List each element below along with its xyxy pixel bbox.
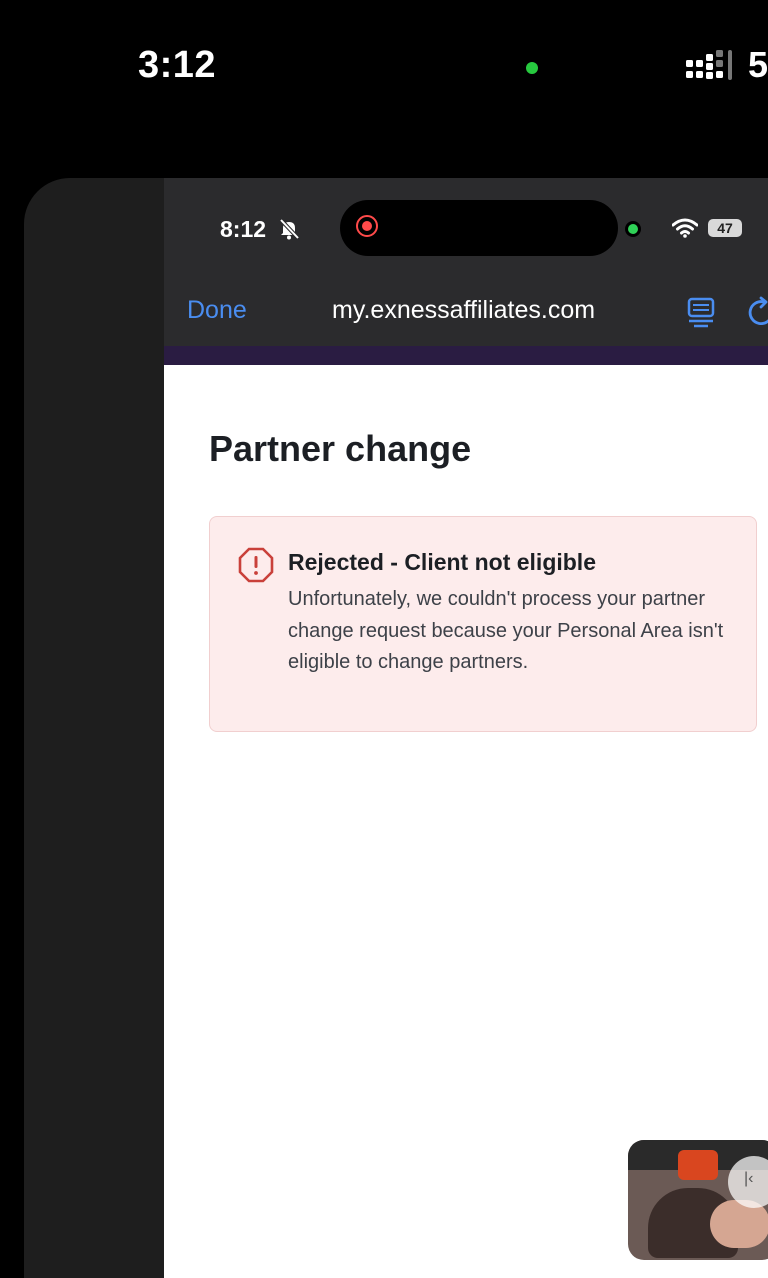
inner-status-bar: 8:12 47 [164, 178, 768, 282]
done-button[interactable]: Done [187, 296, 247, 325]
privacy-indicator-dot [628, 224, 638, 234]
browser-toolbar: Done my.exnessaffiliates.com [164, 282, 768, 346]
page-title: Partner change [209, 428, 472, 469]
outer-status-time: 3:12 [138, 44, 217, 86]
video-pip-thumbnail[interactable] [628, 1140, 768, 1260]
dynamic-island [340, 200, 618, 256]
rejection-alert: Rejected - Client not eligible Unfortuna… [209, 516, 757, 732]
screen-recording-frame: 8:12 47 Done my.exnessaffiliates.com Par… [164, 178, 768, 1278]
signal-bars-icon [686, 50, 738, 87]
privacy-indicator-dot [526, 62, 538, 74]
inner-status-time: 8:12 [220, 216, 267, 242]
alert-message: Unfortunately, we couldn't process your … [288, 588, 724, 673]
battery-icon: 47 [708, 219, 742, 237]
wifi-icon [671, 218, 699, 243]
warning-octagon-icon [238, 547, 274, 588]
bell-slash-icon [278, 218, 300, 245]
screen-record-icon [356, 215, 378, 237]
url-field[interactable]: my.exnessaffiliates.com [332, 296, 595, 325]
alert-title: Rejected - Client not eligible [288, 549, 596, 575]
site-header-strip [164, 346, 768, 365]
reload-icon[interactable] [746, 296, 768, 335]
reader-icon[interactable] [686, 296, 716, 335]
outer-battery-partial: 5 [748, 44, 768, 85]
